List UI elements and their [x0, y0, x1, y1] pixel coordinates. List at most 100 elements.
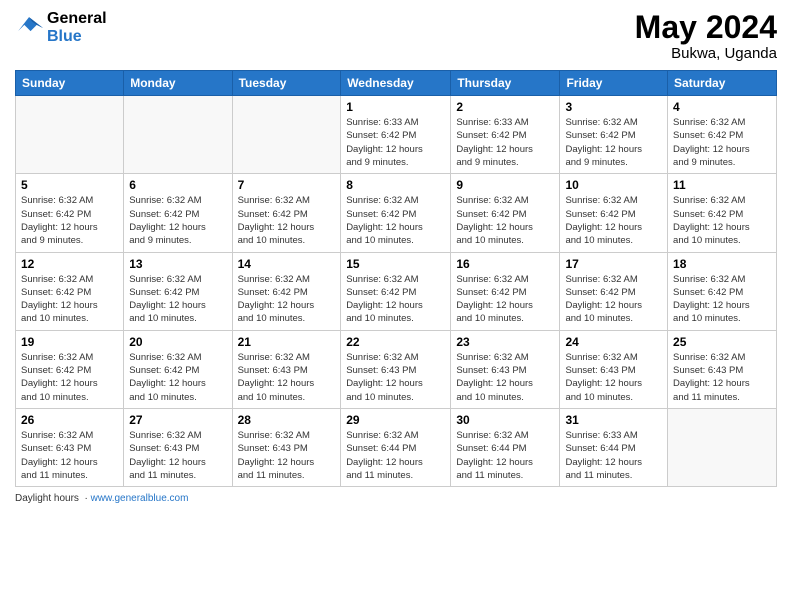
- day-number: 2: [456, 100, 554, 114]
- week-row-1: 1Sunrise: 6:33 AM Sunset: 6:42 PM Daylig…: [16, 96, 777, 174]
- calendar-cell: 21 Sunrise: 6:32 AM Sunset: 6:43 PM Dayli…: [232, 330, 341, 408]
- day-number: 22: [346, 335, 445, 349]
- cell-info: Sunrise: 6:32 AM Sunset: 6:42 PM Dayligh…: [456, 194, 554, 247]
- day-number: 30: [456, 413, 554, 427]
- title-block: May 2024 Bukwa, Uganda: [635, 10, 777, 62]
- daylight-hours-label: Daylight hours: [15, 493, 79, 504]
- calendar-cell: 15 Sunrise: 6:32 AM Sunset: 6:42 PM Dayli…: [341, 252, 451, 330]
- calendar-cell: [668, 408, 777, 486]
- calendar-cell: 2 Sunrise: 6:33 AM Sunset: 6:42 PM Daylig…: [451, 96, 560, 174]
- cell-info: Sunrise: 6:32 AM Sunset: 6:42 PM Dayligh…: [129, 194, 226, 247]
- week-row-4: 19 Sunrise: 6:32 AM Sunset: 6:42 PM Dayli…: [16, 330, 777, 408]
- day-number: 7: [238, 178, 336, 192]
- week-row-3: 12 Sunrise: 6:32 AM Sunset: 6:42 PM Dayli…: [16, 252, 777, 330]
- calendar-cell: 4 Sunrise: 6:32 AM Sunset: 6:42 PM Daylig…: [668, 96, 777, 174]
- cell-info: Sunrise: 6:32 AM Sunset: 6:42 PM Dayligh…: [346, 273, 445, 326]
- calendar-cell: 24Sunrise: 6:32 AM Sunset: 6:43 PM Dayli…: [560, 330, 668, 408]
- calendar-cell: 26 Sunrise: 6:32 AM Sunset: 6:43 PM Dayli…: [16, 408, 124, 486]
- weekday-header-tuesday: Tuesday: [232, 71, 341, 96]
- calendar-cell: 7Sunrise: 6:32 AM Sunset: 6:42 PM Daylig…: [232, 174, 341, 252]
- calendar-cell: 11Sunrise: 6:32 AM Sunset: 6:42 PM Dayli…: [668, 174, 777, 252]
- cell-info: Sunrise: 6:32 AM Sunset: 6:43 PM Dayligh…: [21, 429, 118, 482]
- cell-info: Sunrise: 6:32 AM Sunset: 6:42 PM Dayligh…: [21, 194, 118, 247]
- calendar-cell: 28 Sunrise: 6:32 AM Sunset: 6:43 PM Dayli…: [232, 408, 341, 486]
- cell-info: Sunrise: 6:32 AM Sunset: 6:43 PM Dayligh…: [238, 351, 336, 404]
- calendar-cell: 6Sunrise: 6:32 AM Sunset: 6:42 PM Daylig…: [124, 174, 232, 252]
- calendar-cell: 5 Sunrise: 6:32 AM Sunset: 6:42 PM Daylig…: [16, 174, 124, 252]
- day-number: 19: [21, 335, 118, 349]
- week-row-2: 5 Sunrise: 6:32 AM Sunset: 6:42 PM Daylig…: [16, 174, 777, 252]
- cell-info: Sunrise: 6:32 AM Sunset: 6:42 PM Dayligh…: [673, 116, 771, 169]
- cell-info: Sunrise: 6:32 AM Sunset: 6:42 PM Dayligh…: [565, 116, 662, 169]
- day-number: 29: [346, 413, 445, 427]
- cell-info: Sunrise: 6:32 AM Sunset: 6:42 PM Dayligh…: [21, 351, 118, 404]
- calendar-cell: 1Sunrise: 6:33 AM Sunset: 6:42 PM Daylig…: [341, 96, 451, 174]
- page: General Blue May 2024 Bukwa, Uganda Sund…: [0, 0, 792, 612]
- week-row-5: 26 Sunrise: 6:32 AM Sunset: 6:43 PM Dayli…: [16, 408, 777, 486]
- day-number: 26: [21, 413, 118, 427]
- weekday-header-saturday: Saturday: [668, 71, 777, 96]
- calendar-cell: 13Sunrise: 6:32 AM Sunset: 6:42 PM Dayli…: [124, 252, 232, 330]
- cell-info: Sunrise: 6:32 AM Sunset: 6:42 PM Dayligh…: [21, 273, 118, 326]
- cell-info: Sunrise: 6:32 AM Sunset: 6:43 PM Dayligh…: [129, 429, 226, 482]
- calendar-cell: 18 Sunrise: 6:32 AM Sunset: 6:42 PM Dayli…: [668, 252, 777, 330]
- weekday-header-wednesday: Wednesday: [341, 71, 451, 96]
- logo-blue: Blue: [47, 28, 107, 46]
- calendar-cell: 16Sunrise: 6:32 AM Sunset: 6:42 PM Dayli…: [451, 252, 560, 330]
- day-number: 12: [21, 257, 118, 271]
- day-number: 5: [21, 178, 118, 192]
- calendar-cell: 19 Sunrise: 6:32 AM Sunset: 6:42 PM Dayli…: [16, 330, 124, 408]
- cell-info: Sunrise: 6:32 AM Sunset: 6:42 PM Dayligh…: [673, 273, 771, 326]
- calendar-cell: 29Sunrise: 6:32 AM Sunset: 6:44 PM Dayli…: [341, 408, 451, 486]
- day-number: 28: [238, 413, 336, 427]
- day-number: 10: [565, 178, 662, 192]
- calendar-table: SundayMondayTuesdayWednesdayThursdayFrid…: [15, 70, 777, 487]
- logo-general: General: [47, 10, 107, 27]
- footer-url: www.generalblue.com: [91, 493, 189, 504]
- day-number: 18: [673, 257, 771, 271]
- day-number: 15: [346, 257, 445, 271]
- weekday-header-sunday: Sunday: [16, 71, 124, 96]
- cell-info: Sunrise: 6:32 AM Sunset: 6:44 PM Dayligh…: [456, 429, 554, 482]
- day-number: 4: [673, 100, 771, 114]
- cell-info: Sunrise: 6:32 AM Sunset: 6:42 PM Dayligh…: [129, 273, 226, 326]
- calendar-cell: 27Sunrise: 6:32 AM Sunset: 6:43 PM Dayli…: [124, 408, 232, 486]
- calendar-cell: 9 Sunrise: 6:32 AM Sunset: 6:42 PM Daylig…: [451, 174, 560, 252]
- day-number: 14: [238, 257, 336, 271]
- day-number: 3: [565, 100, 662, 114]
- calendar-cell: 10 Sunrise: 6:32 AM Sunset: 6:42 PM Dayli…: [560, 174, 668, 252]
- cell-info: Sunrise: 6:32 AM Sunset: 6:43 PM Dayligh…: [456, 351, 554, 404]
- day-number: 23: [456, 335, 554, 349]
- calendar-cell: 14 Sunrise: 6:32 AM Sunset: 6:42 PM Dayli…: [232, 252, 341, 330]
- calendar-cell: 3 Sunrise: 6:32 AM Sunset: 6:42 PM Daylig…: [560, 96, 668, 174]
- day-number: 24: [565, 335, 662, 349]
- cell-info: Sunrise: 6:33 AM Sunset: 6:42 PM Dayligh…: [346, 116, 445, 169]
- calendar-cell: [232, 96, 341, 174]
- day-number: 21: [238, 335, 336, 349]
- cell-info: Sunrise: 6:32 AM Sunset: 6:42 PM Dayligh…: [565, 194, 662, 247]
- calendar-cell: 17 Sunrise: 6:32 AM Sunset: 6:42 PM Dayli…: [560, 252, 668, 330]
- weekday-header-thursday: Thursday: [451, 71, 560, 96]
- day-number: 9: [456, 178, 554, 192]
- location: Bukwa, Uganda: [635, 45, 777, 62]
- logo: General Blue: [15, 10, 107, 45]
- cell-info: Sunrise: 6:32 AM Sunset: 6:43 PM Dayligh…: [346, 351, 445, 404]
- calendar-cell: [124, 96, 232, 174]
- weekday-header-friday: Friday: [560, 71, 668, 96]
- cell-info: Sunrise: 6:32 AM Sunset: 6:42 PM Dayligh…: [238, 273, 336, 326]
- cell-info: Sunrise: 6:33 AM Sunset: 6:42 PM Dayligh…: [456, 116, 554, 169]
- day-number: 17: [565, 257, 662, 271]
- header: General Blue May 2024 Bukwa, Uganda: [15, 10, 777, 62]
- cell-info: Sunrise: 6:32 AM Sunset: 6:42 PM Dayligh…: [346, 194, 445, 247]
- calendar-cell: 30 Sunrise: 6:32 AM Sunset: 6:44 PM Dayli…: [451, 408, 560, 486]
- day-number: 11: [673, 178, 771, 192]
- cell-info: Sunrise: 6:32 AM Sunset: 6:42 PM Dayligh…: [129, 351, 226, 404]
- cell-info: Sunrise: 6:32 AM Sunset: 6:42 PM Dayligh…: [565, 273, 662, 326]
- cell-info: Sunrise: 6:32 AM Sunset: 6:42 PM Dayligh…: [456, 273, 554, 326]
- day-number: 20: [129, 335, 226, 349]
- calendar-cell: 23 Sunrise: 6:32 AM Sunset: 6:43 PM Dayli…: [451, 330, 560, 408]
- cell-info: Sunrise: 6:33 AM Sunset: 6:44 PM Dayligh…: [565, 429, 662, 482]
- logo-text: General Blue: [47, 10, 107, 45]
- calendar-body: 1Sunrise: 6:33 AM Sunset: 6:42 PM Daylig…: [16, 96, 777, 487]
- cell-info: Sunrise: 6:32 AM Sunset: 6:43 PM Dayligh…: [238, 429, 336, 482]
